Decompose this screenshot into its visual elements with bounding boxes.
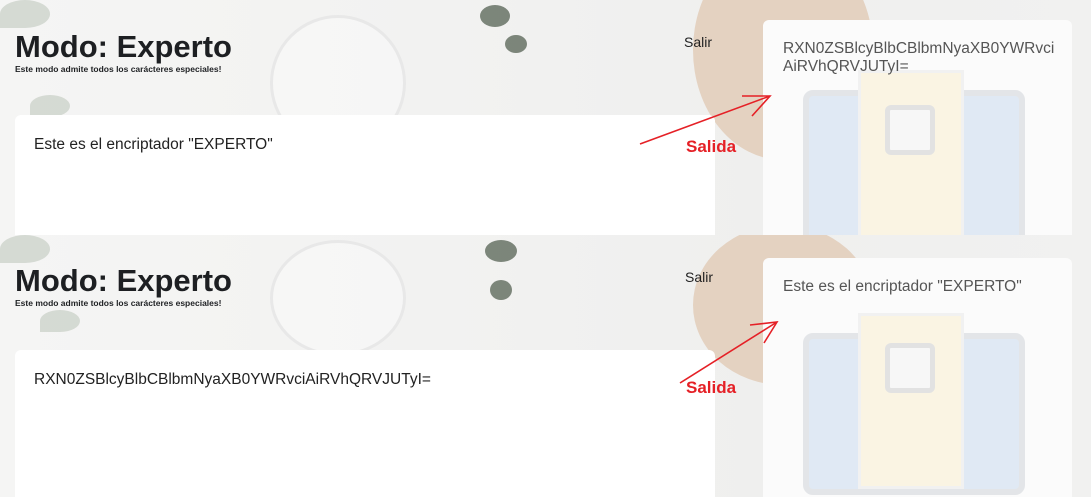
encryptor-panel-top: Modo: Experto Este modo admite todos los… — [0, 0, 1091, 235]
annotation-salida-label: Salida — [686, 378, 737, 397]
annotation-salida-label: Salida — [686, 137, 737, 156]
encryptor-panel-bottom: Modo: Experto Este modo admite todos los… — [0, 235, 1091, 497]
annotation-arrow — [639, 95, 772, 145]
annotation-arrow — [679, 321, 779, 384]
